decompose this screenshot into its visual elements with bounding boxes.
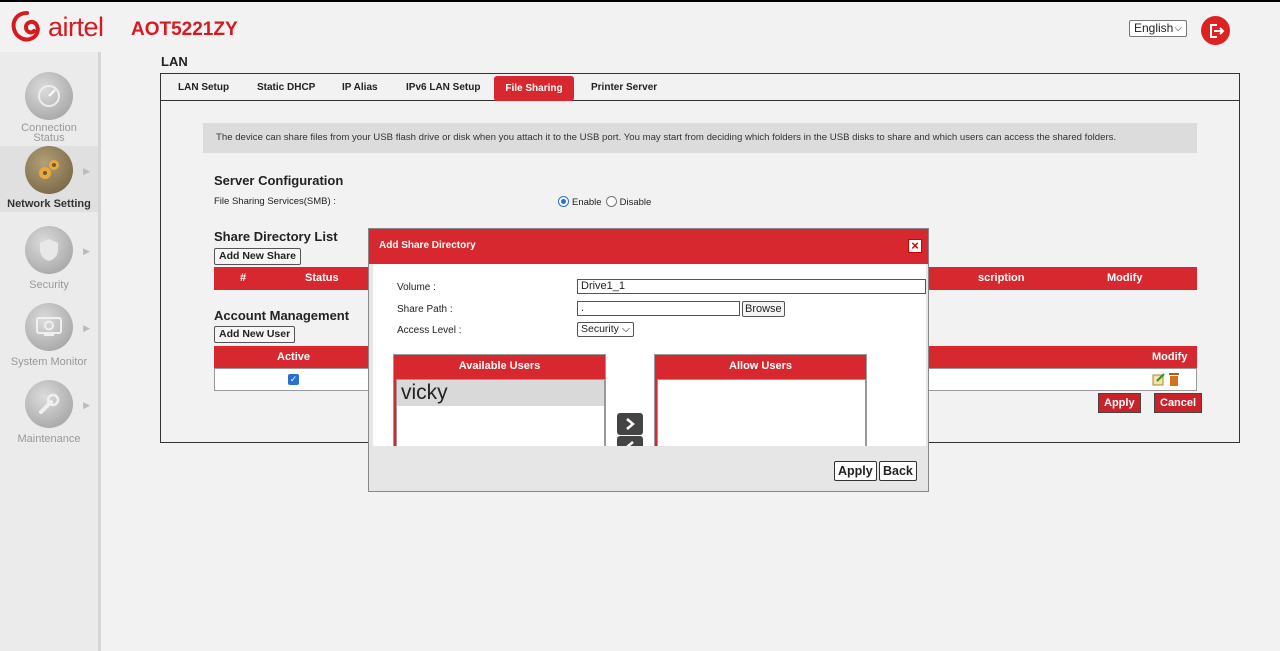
close-icon[interactable]: × — [908, 239, 922, 253]
smb-radio-group: Enable Disable — [558, 194, 651, 208]
disable-label: Disable — [619, 197, 652, 208]
sidebar-label-security: Security — [29, 279, 69, 291]
sidebar-item-security[interactable]: Security ▶ — [0, 226, 98, 291]
add-new-user-button[interactable]: Add New User — [214, 326, 296, 343]
tab-ipv6-lan-setup[interactable]: IPv6 LAN Setup — [394, 75, 492, 100]
enable-radio[interactable] — [558, 195, 569, 207]
airtel-logo: airtel — [10, 10, 104, 44]
chevron-down-icon: ⌵ — [1174, 23, 1182, 34]
col-description: scription — [978, 272, 1025, 284]
access-level-value: Security — [581, 323, 619, 335]
language-select[interactable]: English ⌵ — [1129, 20, 1187, 37]
add-share-directory-dialog: Add Share Directory × Volume : Drive1_1 … — [368, 228, 929, 492]
col-active: Active — [277, 351, 311, 363]
volume-field[interactable]: Drive1_1 — [577, 279, 926, 294]
share-path-field[interactable]: . — [577, 301, 740, 316]
available-users-list[interactable]: vicky — [396, 379, 605, 446]
page-title: LAN — [161, 54, 188, 69]
access-level-select[interactable]: Security ⌵ — [577, 322, 634, 337]
sidebar-item-maintenance[interactable]: Maintenance ▶ — [0, 380, 98, 445]
col-index: # — [240, 272, 247, 284]
server-config-title: Server Configuration — [214, 173, 344, 188]
language-value: English — [1134, 21, 1174, 35]
dialog-apply-button[interactable]: Apply — [834, 461, 877, 481]
chevron-right-icon: ▶ — [83, 166, 90, 176]
sidebar-item-connection-status[interactable]: Connection Status — [0, 72, 98, 144]
chevron-left-icon — [626, 441, 634, 446]
logout-button[interactable] — [1201, 16, 1230, 45]
tab-bar: LAN Setup Static DHCP IP Alias IPv6 LAN … — [161, 74, 1239, 101]
logout-icon — [1209, 23, 1224, 38]
gears-icon — [25, 146, 73, 194]
col-modify: Modify — [1107, 272, 1143, 284]
active-checkbox[interactable]: ✓ — [288, 374, 299, 385]
sidebar-label-maintenance: Maintenance — [17, 433, 81, 445]
chevron-down-icon: ⌵ — [622, 323, 630, 335]
tab-ip-alias[interactable]: IP Alias — [330, 75, 390, 100]
allow-users-box: Allow Users — [654, 354, 867, 446]
device-model: AOT5221ZY — [131, 19, 238, 40]
chevron-right-icon: ▶ — [83, 323, 90, 333]
airtel-logo-icon — [11, 11, 40, 42]
add-new-share-button[interactable]: Add New Share — [214, 248, 302, 265]
allow-users-list[interactable] — [657, 379, 866, 446]
chevron-right-icon: ▶ — [83, 400, 90, 410]
move-left-button[interactable] — [617, 436, 643, 446]
sidebar-label-network-setting: Network Setting — [7, 198, 91, 210]
sidebar-label-status: Status — [33, 132, 65, 144]
share-path-label: Share Path : — [397, 304, 453, 315]
available-users-box: Available Users vicky — [393, 354, 606, 446]
sidebar-label-system-monitor: System Monitor — [10, 356, 88, 368]
sidebar-item-network-setting[interactable]: Network Setting ▶ — [0, 146, 98, 212]
top-header: airtel AOT5221ZY English ⌵ — [0, 0, 1280, 52]
tab-static-dhcp[interactable]: Static DHCP — [245, 75, 327, 100]
tab-printer-server[interactable]: Printer Server — [579, 75, 669, 100]
tab-file-sharing[interactable]: File Sharing — [494, 76, 574, 101]
dashboard-gauge-icon — [25, 72, 73, 120]
chevron-right-icon — [626, 418, 635, 430]
sidebar: Connection Status Network Setting ▶ Secu… — [0, 52, 101, 651]
allow-users-title: Allow Users — [729, 360, 792, 372]
available-users-title: Available Users — [458, 360, 541, 372]
chevron-right-icon: ▶ — [83, 246, 90, 256]
delete-icon[interactable] — [1168, 372, 1180, 392]
dialog-body: Volume : Drive1_1 Share Path : . Browse … — [373, 264, 926, 446]
col-status: Status — [305, 272, 339, 284]
browse-button[interactable]: Browse — [742, 301, 785, 317]
info-banner: The device can share files from your USB… — [203, 123, 1197, 153]
dialog-back-button[interactable]: Back — [879, 461, 917, 481]
sidebar-item-system-monitor[interactable]: System Monitor ▶ — [0, 303, 98, 368]
account-management-title: Account Management — [214, 308, 350, 323]
apply-button[interactable]: Apply — [1098, 393, 1141, 413]
disable-radio[interactable] — [605, 195, 617, 207]
move-right-button[interactable] — [617, 413, 643, 435]
share-list-title: Share Directory List — [214, 229, 338, 244]
shield-icon — [25, 226, 73, 274]
volume-label: Volume : — [397, 282, 436, 293]
enable-label: Enable — [572, 197, 602, 208]
cancel-button[interactable]: Cancel — [1154, 393, 1203, 413]
edit-icon[interactable] — [1152, 372, 1166, 391]
wrench-icon — [25, 380, 73, 428]
list-item[interactable]: vicky — [397, 380, 604, 406]
monitor-icon — [25, 303, 73, 351]
brand-name: airtel — [48, 11, 104, 42]
tab-lan-setup[interactable]: LAN Setup — [166, 75, 241, 100]
access-level-label: Access Level : — [397, 325, 462, 336]
smb-label: File Sharing Services(SMB) : — [214, 196, 336, 207]
col-modify: Modify — [1152, 351, 1188, 363]
dialog-title: Add Share Directory — [369, 229, 928, 264]
